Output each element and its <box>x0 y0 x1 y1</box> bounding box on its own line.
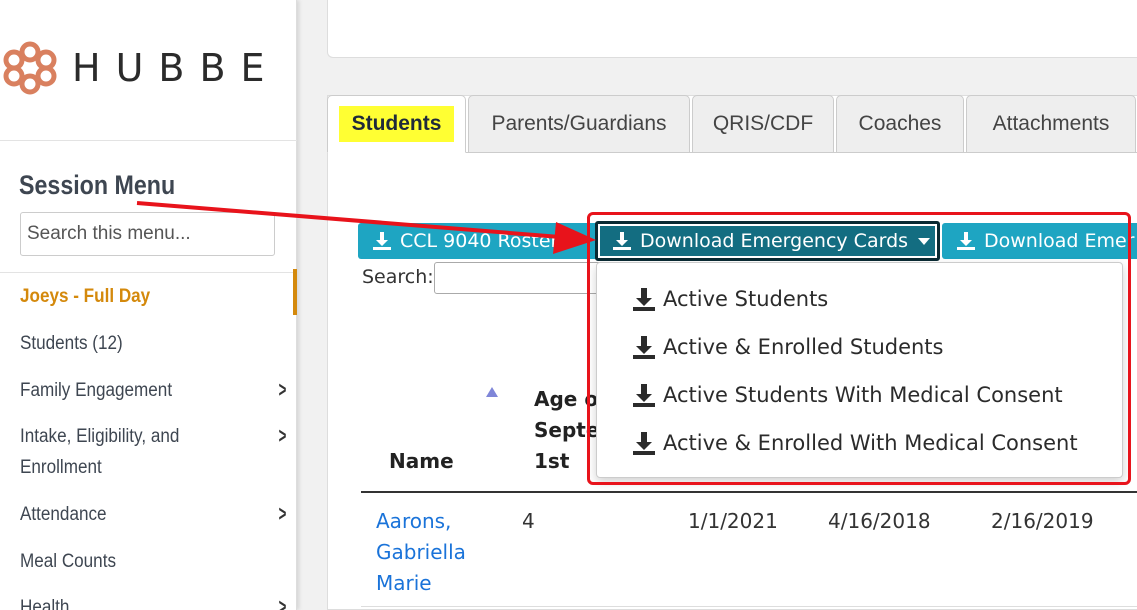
sidebar-item-label: Joeys - Full Day <box>20 286 151 307</box>
name-line1: Aarons, <box>376 509 452 533</box>
student-name-link[interactable]: Aarons, Gabriella Marie <box>376 506 466 599</box>
name-line2: Gabriella <box>376 540 466 564</box>
tab-label: Coaches <box>858 112 942 135</box>
menu-search-input[interactable] <box>20 212 275 256</box>
cell-age: 4 <box>522 509 535 533</box>
tab-students[interactable]: Students <box>327 95 466 153</box>
dropdown-item-label: Active & Enrolled Students <box>663 335 944 359</box>
download-third-button[interactable]: Download Emer <box>942 223 1137 259</box>
tab-label: QRIS/CDF <box>712 112 814 135</box>
download-icon <box>613 232 631 250</box>
tab-qris-cdf[interactable]: QRIS/CDF <box>692 95 834 153</box>
cell-date1: 1/1/2021 <box>688 509 778 533</box>
sidebar-item-label-line2: Enrollment <box>20 457 102 478</box>
tab-label: Students <box>338 106 455 142</box>
emergency-cards-dropdown-menu: Active Students Active & Enrolled Studen… <box>596 262 1123 478</box>
sidebar: HUBBE Session Menu Joeys - Full Day Stud… <box>0 0 297 610</box>
top-card <box>327 0 1137 58</box>
button-label: Download Emer <box>984 230 1135 252</box>
download-icon <box>633 288 655 311</box>
download-icon <box>373 232 391 250</box>
sidebar-item-label: Attendance <box>20 504 107 525</box>
logo-text: HUBBE <box>72 46 280 90</box>
button-label: CCL 9040 Roster <box>400 230 559 252</box>
sidebar-item-label: Intake, Eligibility, and <box>20 426 180 447</box>
chevron-right-icon: > <box>278 594 287 610</box>
logo[interactable]: HUBBE <box>0 38 297 98</box>
download-icon <box>957 232 975 250</box>
tab-parents-guardians[interactable]: Parents/Guardians <box>468 95 690 153</box>
table-search-input[interactable] <box>434 262 614 294</box>
tab-label: Parents/Guardians <box>491 112 667 135</box>
sidebar-item-label: Students (12) <box>20 333 123 354</box>
cell-date2: 4/16/2018 <box>828 509 931 533</box>
caret-down-icon <box>918 237 931 245</box>
row-divider <box>361 606 1137 607</box>
chevron-right-icon: > <box>278 423 287 448</box>
cell-date3: 2/16/2019 <box>991 509 1094 533</box>
download-icon <box>633 336 655 359</box>
dropdown-item-label: Active Students <box>663 287 829 311</box>
search-label: Search: <box>362 266 434 288</box>
dropdown-item-active-enrolled-medical-consent[interactable]: Active & Enrolled With Medical Consent <box>633 431 1078 455</box>
dropdown-item-active-enrolled-students[interactable]: Active & Enrolled Students <box>633 335 944 359</box>
table-header-divider <box>361 491 1137 493</box>
dropdown-item-label: Active & Enrolled With Medical Consent <box>663 431 1078 455</box>
dropdown-item-label: Active Students With Medical Consent <box>663 383 1063 407</box>
name-line3: Marie <box>376 571 432 595</box>
tab-label: Attachments <box>992 112 1110 135</box>
download-icon <box>633 432 655 455</box>
tab-attachments[interactable]: Attachments <box>966 95 1136 153</box>
ccl-9040-roster-button[interactable]: CCL 9040 Roster <box>358 223 598 259</box>
session-menu-title: Session Menu <box>19 170 176 200</box>
column-header-name[interactable]: Name <box>389 446 454 477</box>
sidebar-item-label: Health <box>20 597 70 610</box>
dropdown-item-active-students-medical-consent[interactable]: Active Students With Medical Consent <box>633 383 1063 407</box>
divider <box>0 140 297 141</box>
dropdown-item-active-students[interactable]: Active Students <box>633 287 828 311</box>
column-header-age-line2[interactable]: Septe <box>534 415 599 446</box>
hubbe-flower-icon <box>3 41 57 95</box>
download-emergency-cards-button[interactable]: Download Emergency Cards <box>595 221 940 261</box>
tab-divider <box>466 152 1137 153</box>
button-label: Download Emergency Cards <box>640 230 909 252</box>
divider <box>0 272 297 273</box>
chevron-right-icon: > <box>278 501 287 526</box>
sort-asc-icon[interactable] <box>486 387 498 397</box>
column-header-age-line1[interactable]: Age o <box>534 384 598 415</box>
sidebar-item-label: Family Engagement <box>20 380 173 401</box>
tab-bar: Students Parents/Guardians QRIS/CDF Coac… <box>327 95 1137 153</box>
column-header-age-line3[interactable]: 1st <box>534 446 569 477</box>
sidebar-item-label: Meal Counts <box>20 551 117 572</box>
download-icon <box>633 384 655 407</box>
tab-coaches[interactable]: Coaches <box>836 95 964 153</box>
chevron-right-icon: > <box>278 377 287 402</box>
